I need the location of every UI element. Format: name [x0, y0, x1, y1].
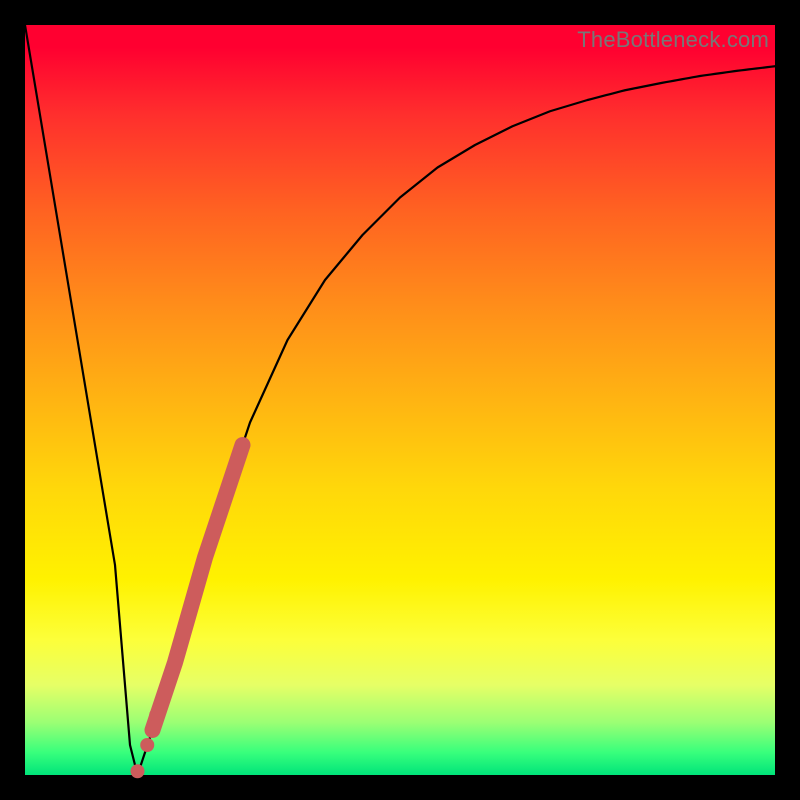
chart-plot-area: TheBottleneck.com: [25, 25, 775, 775]
highlight-segment: [153, 445, 243, 730]
chart-frame: TheBottleneck.com: [0, 0, 800, 800]
watermark-text: TheBottleneck.com: [577, 27, 769, 53]
marker-dot: [149, 708, 163, 722]
marker-dots: [131, 708, 164, 778]
curve-path: [25, 25, 775, 775]
bottleneck-curve: [25, 25, 775, 775]
marker-dot: [131, 764, 145, 778]
marker-dot: [140, 738, 154, 752]
